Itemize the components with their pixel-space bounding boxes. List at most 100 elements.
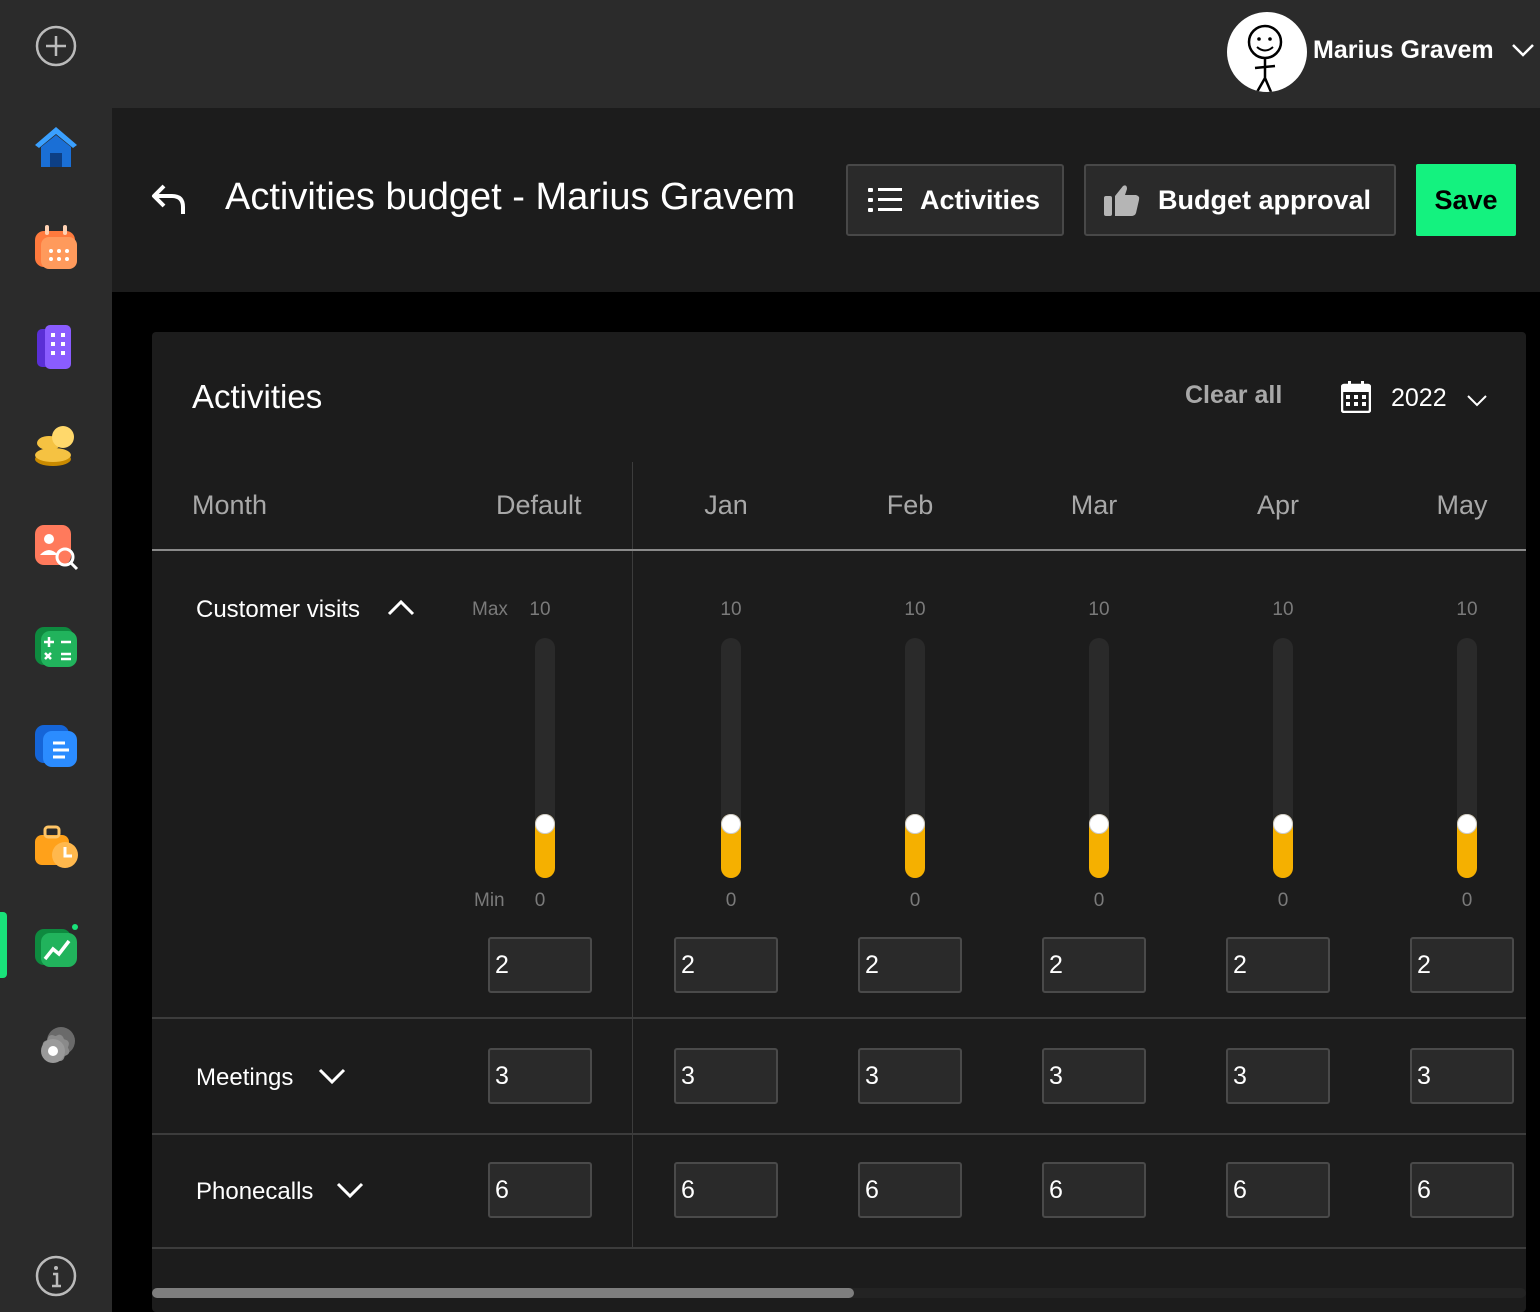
sidebar-item-calculator[interactable]	[28, 618, 84, 674]
activities-button-label: Activities	[920, 184, 1041, 215]
user-name[interactable]: Marius Gravem	[1313, 36, 1494, 65]
feb-max-value: 10	[904, 599, 926, 620]
apr-value-input[interactable]	[1226, 1162, 1330, 1218]
list-icon	[868, 186, 902, 214]
may-value-input[interactable]	[1410, 1048, 1514, 1104]
slider-handle[interactable]	[1273, 814, 1293, 834]
apr-slider[interactable]	[1273, 638, 1293, 878]
header-divider	[152, 549, 1526, 551]
may-slider[interactable]	[1457, 638, 1477, 878]
info-icon	[35, 1255, 77, 1297]
gear-icon	[41, 1027, 75, 1063]
chevron-up-icon[interactable]	[387, 598, 415, 616]
sidebar-item-companies[interactable]	[28, 318, 84, 374]
apr-value-input[interactable]	[1226, 937, 1330, 993]
default-value-input[interactable]	[488, 937, 592, 993]
clear-all-button[interactable]: Clear all	[1185, 381, 1282, 410]
chevron-down-icon[interactable]	[1466, 394, 1488, 408]
chevron-down-icon[interactable]	[318, 1068, 346, 1086]
row-label-customer-visits: Customer visits	[196, 596, 361, 623]
save-button[interactable]: Save	[1416, 164, 1516, 236]
mar-value-input[interactable]	[1042, 1162, 1146, 1218]
default-value-input[interactable]	[488, 1162, 592, 1218]
jan-slider[interactable]	[721, 638, 741, 878]
row-divider	[152, 1133, 1526, 1135]
scrollbar-thumb[interactable]	[152, 1288, 854, 1298]
thumbs-up-icon	[1104, 184, 1140, 216]
jan-max-value: 10	[720, 599, 742, 620]
default-value-input[interactable]	[488, 1048, 592, 1104]
row-divider	[152, 1017, 1526, 1019]
column-header-apr: Apr	[1256, 490, 1300, 520]
slider-handle[interactable]	[535, 814, 555, 834]
active-indicator	[0, 912, 7, 978]
user-avatar-icon	[1247, 24, 1283, 92]
feb-value-input[interactable]	[858, 1162, 962, 1218]
chevron-down-icon[interactable]	[1510, 42, 1536, 60]
may-value-input[interactable]	[1410, 937, 1514, 993]
coins-icon	[35, 426, 74, 466]
add-circle-icon	[35, 25, 77, 67]
may-min-value: 0	[1461, 890, 1473, 911]
mar-slider[interactable]	[1089, 638, 1109, 878]
chevron-down-icon[interactable]	[336, 1182, 364, 1200]
sidebar-item-settings[interactable]	[28, 1018, 84, 1074]
mar-min-value: 0	[1093, 890, 1105, 911]
sidebar-item-timesheet[interactable]	[28, 818, 84, 874]
calendar-icon	[35, 225, 77, 269]
jan-value-input[interactable]	[674, 937, 778, 993]
max-label: Max	[472, 599, 508, 620]
column-header-feb: Feb	[886, 490, 934, 520]
feb-min-value: 0	[909, 890, 921, 911]
document-icon	[35, 725, 77, 767]
apr-value-input[interactable]	[1226, 1048, 1330, 1104]
calculator-icon	[35, 627, 77, 667]
card-title: Activities	[192, 378, 323, 415]
add-button[interactable]	[28, 18, 84, 74]
feb-slider[interactable]	[905, 638, 925, 878]
apr-min-value: 0	[1277, 890, 1289, 911]
column-divider	[632, 462, 633, 1248]
mar-value-input[interactable]	[1042, 937, 1146, 993]
row-divider	[152, 1247, 1526, 1249]
home-icon	[35, 127, 77, 167]
feb-value-input[interactable]	[858, 1048, 962, 1104]
back-arrow-icon[interactable]	[150, 182, 188, 216]
mar-value-input[interactable]	[1042, 1048, 1146, 1104]
default-min-value: 0	[534, 890, 546, 911]
slider-handle[interactable]	[1457, 814, 1477, 834]
mar-max-value: 10	[1088, 599, 1110, 620]
calendar-icon	[1341, 381, 1371, 413]
year-select[interactable]: 2022	[1391, 384, 1447, 413]
contact-search-icon	[35, 525, 79, 571]
default-max-value: 10	[529, 599, 551, 620]
slider-handle[interactable]	[721, 814, 741, 834]
sidebar-item-home[interactable]	[28, 118, 84, 174]
sidebar-item-documents[interactable]	[28, 718, 84, 774]
jan-value-input[interactable]	[674, 1162, 778, 1218]
sidebar-item-contacts[interactable]	[28, 518, 84, 574]
may-max-value: 10	[1456, 599, 1478, 620]
budget-approval-label: Budget approval	[1158, 184, 1372, 215]
slider-handle[interactable]	[1089, 814, 1109, 834]
column-header-mar: Mar	[1070, 490, 1118, 520]
sidebar-item-budget[interactable]	[28, 918, 84, 974]
column-header-jan: Jan	[704, 490, 748, 520]
sidebar-item-sales[interactable]	[28, 418, 84, 474]
jan-value-input[interactable]	[674, 1048, 778, 1104]
avatar[interactable]	[1227, 12, 1307, 92]
sidebar	[0, 0, 112, 1312]
sidebar-item-calendar[interactable]	[28, 218, 84, 274]
activities-button[interactable]: Activities	[846, 164, 1064, 236]
info-button[interactable]	[28, 1248, 84, 1304]
may-value-input[interactable]	[1410, 1162, 1514, 1218]
slider-handle[interactable]	[905, 814, 925, 834]
feb-value-input[interactable]	[858, 937, 962, 993]
row-label-meetings: Meetings	[196, 1064, 294, 1091]
building-icon	[37, 325, 71, 369]
min-label: Min	[474, 890, 505, 911]
budget-approval-button[interactable]: Budget approval	[1084, 164, 1396, 236]
page-title: Activities budget - Marius Gravem	[225, 176, 796, 218]
default-slider[interactable]	[535, 638, 555, 878]
briefcase-clock-icon	[35, 825, 78, 868]
